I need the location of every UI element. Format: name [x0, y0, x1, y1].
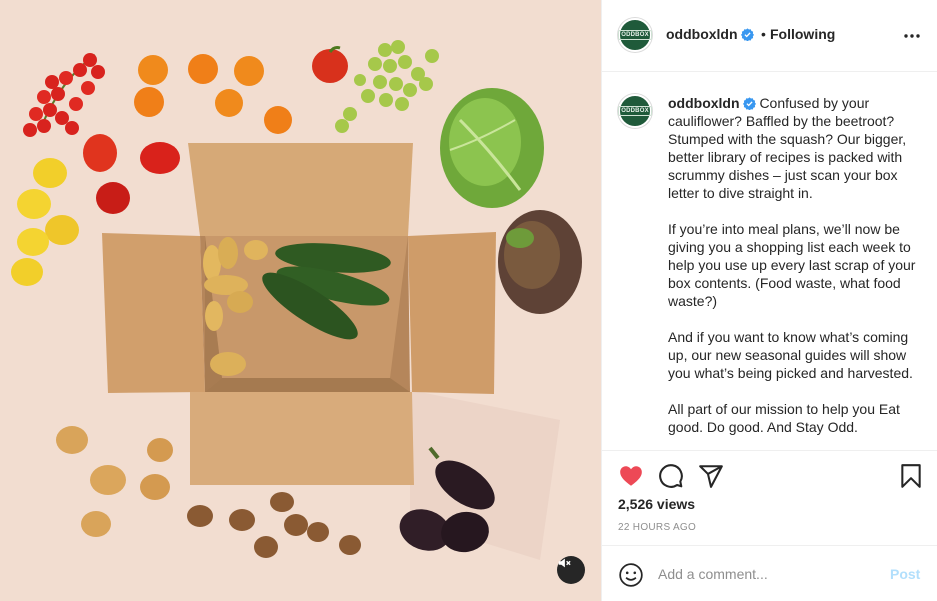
separator-dot: •: [761, 26, 766, 42]
share-icon[interactable]: [698, 463, 724, 489]
caption-paragraph-2: If you’re into meal plans, we’ll now be …: [668, 221, 916, 309]
avatar-logo-text: ODDBOX: [618, 30, 652, 40]
add-comment-bar: Post: [602, 545, 937, 601]
following-button[interactable]: Following: [770, 26, 835, 42]
post-header: ODDBOX oddboxldn • Following: [602, 0, 937, 72]
avatar[interactable]: ODDBOX: [618, 18, 652, 52]
username-link[interactable]: oddboxldn: [666, 26, 754, 42]
onions: [56, 426, 173, 537]
vegetable-box-photo: [11, 40, 582, 560]
mute-icon: [558, 558, 571, 568]
post-timestamp[interactable]: 22 HOURS AGO: [618, 522, 696, 533]
green-grapes: [335, 40, 439, 133]
caption-text: oddboxldn Confused by your cauliflower? …: [668, 94, 930, 450]
emoji-icon[interactable]: [618, 562, 644, 588]
verified-badge-icon: [740, 28, 754, 41]
avatar-logo-text: ODDBOX: [618, 106, 652, 116]
lemons: [11, 158, 79, 286]
caption-username[interactable]: oddboxldn: [668, 95, 740, 111]
caption-section: ODDBOX oddboxldn Confused by your caulif…: [602, 72, 937, 450]
orange-tomatoes: [134, 54, 292, 134]
caption-avatar[interactable]: ODDBOX: [618, 94, 652, 128]
post-actions: 2,526 views 22 HOURS AGO: [602, 450, 937, 545]
post-comment-button[interactable]: Post: [890, 566, 920, 582]
cherry-tomatoes: [23, 53, 105, 137]
shallots: [187, 492, 361, 558]
username[interactable]: oddboxldn: [666, 26, 738, 42]
view-count[interactable]: 2,526 views: [618, 496, 695, 512]
more-options-icon[interactable]: [900, 26, 924, 46]
post-sidebar: ODDBOX oddboxldn • Following ODDBOX oddb…: [601, 0, 937, 601]
mute-button[interactable]: [557, 556, 585, 584]
caption-paragraph-3: And if you want to know what’s coming up…: [668, 329, 913, 381]
heart-icon[interactable]: [618, 463, 644, 489]
comment-input[interactable]: [658, 564, 878, 584]
caption-paragraph: oddboxldn Confused by your cauliflower? …: [668, 94, 930, 202]
post-media[interactable]: [0, 0, 601, 601]
verified-badge-icon: [742, 97, 756, 110]
green-cabbage: [440, 88, 544, 208]
comment-icon[interactable]: [658, 463, 684, 489]
caption-paragraph-4: All part of our mission to help you Eat …: [668, 401, 900, 435]
bookmark-icon[interactable]: [898, 463, 924, 489]
red-lettuce: [498, 210, 582, 314]
